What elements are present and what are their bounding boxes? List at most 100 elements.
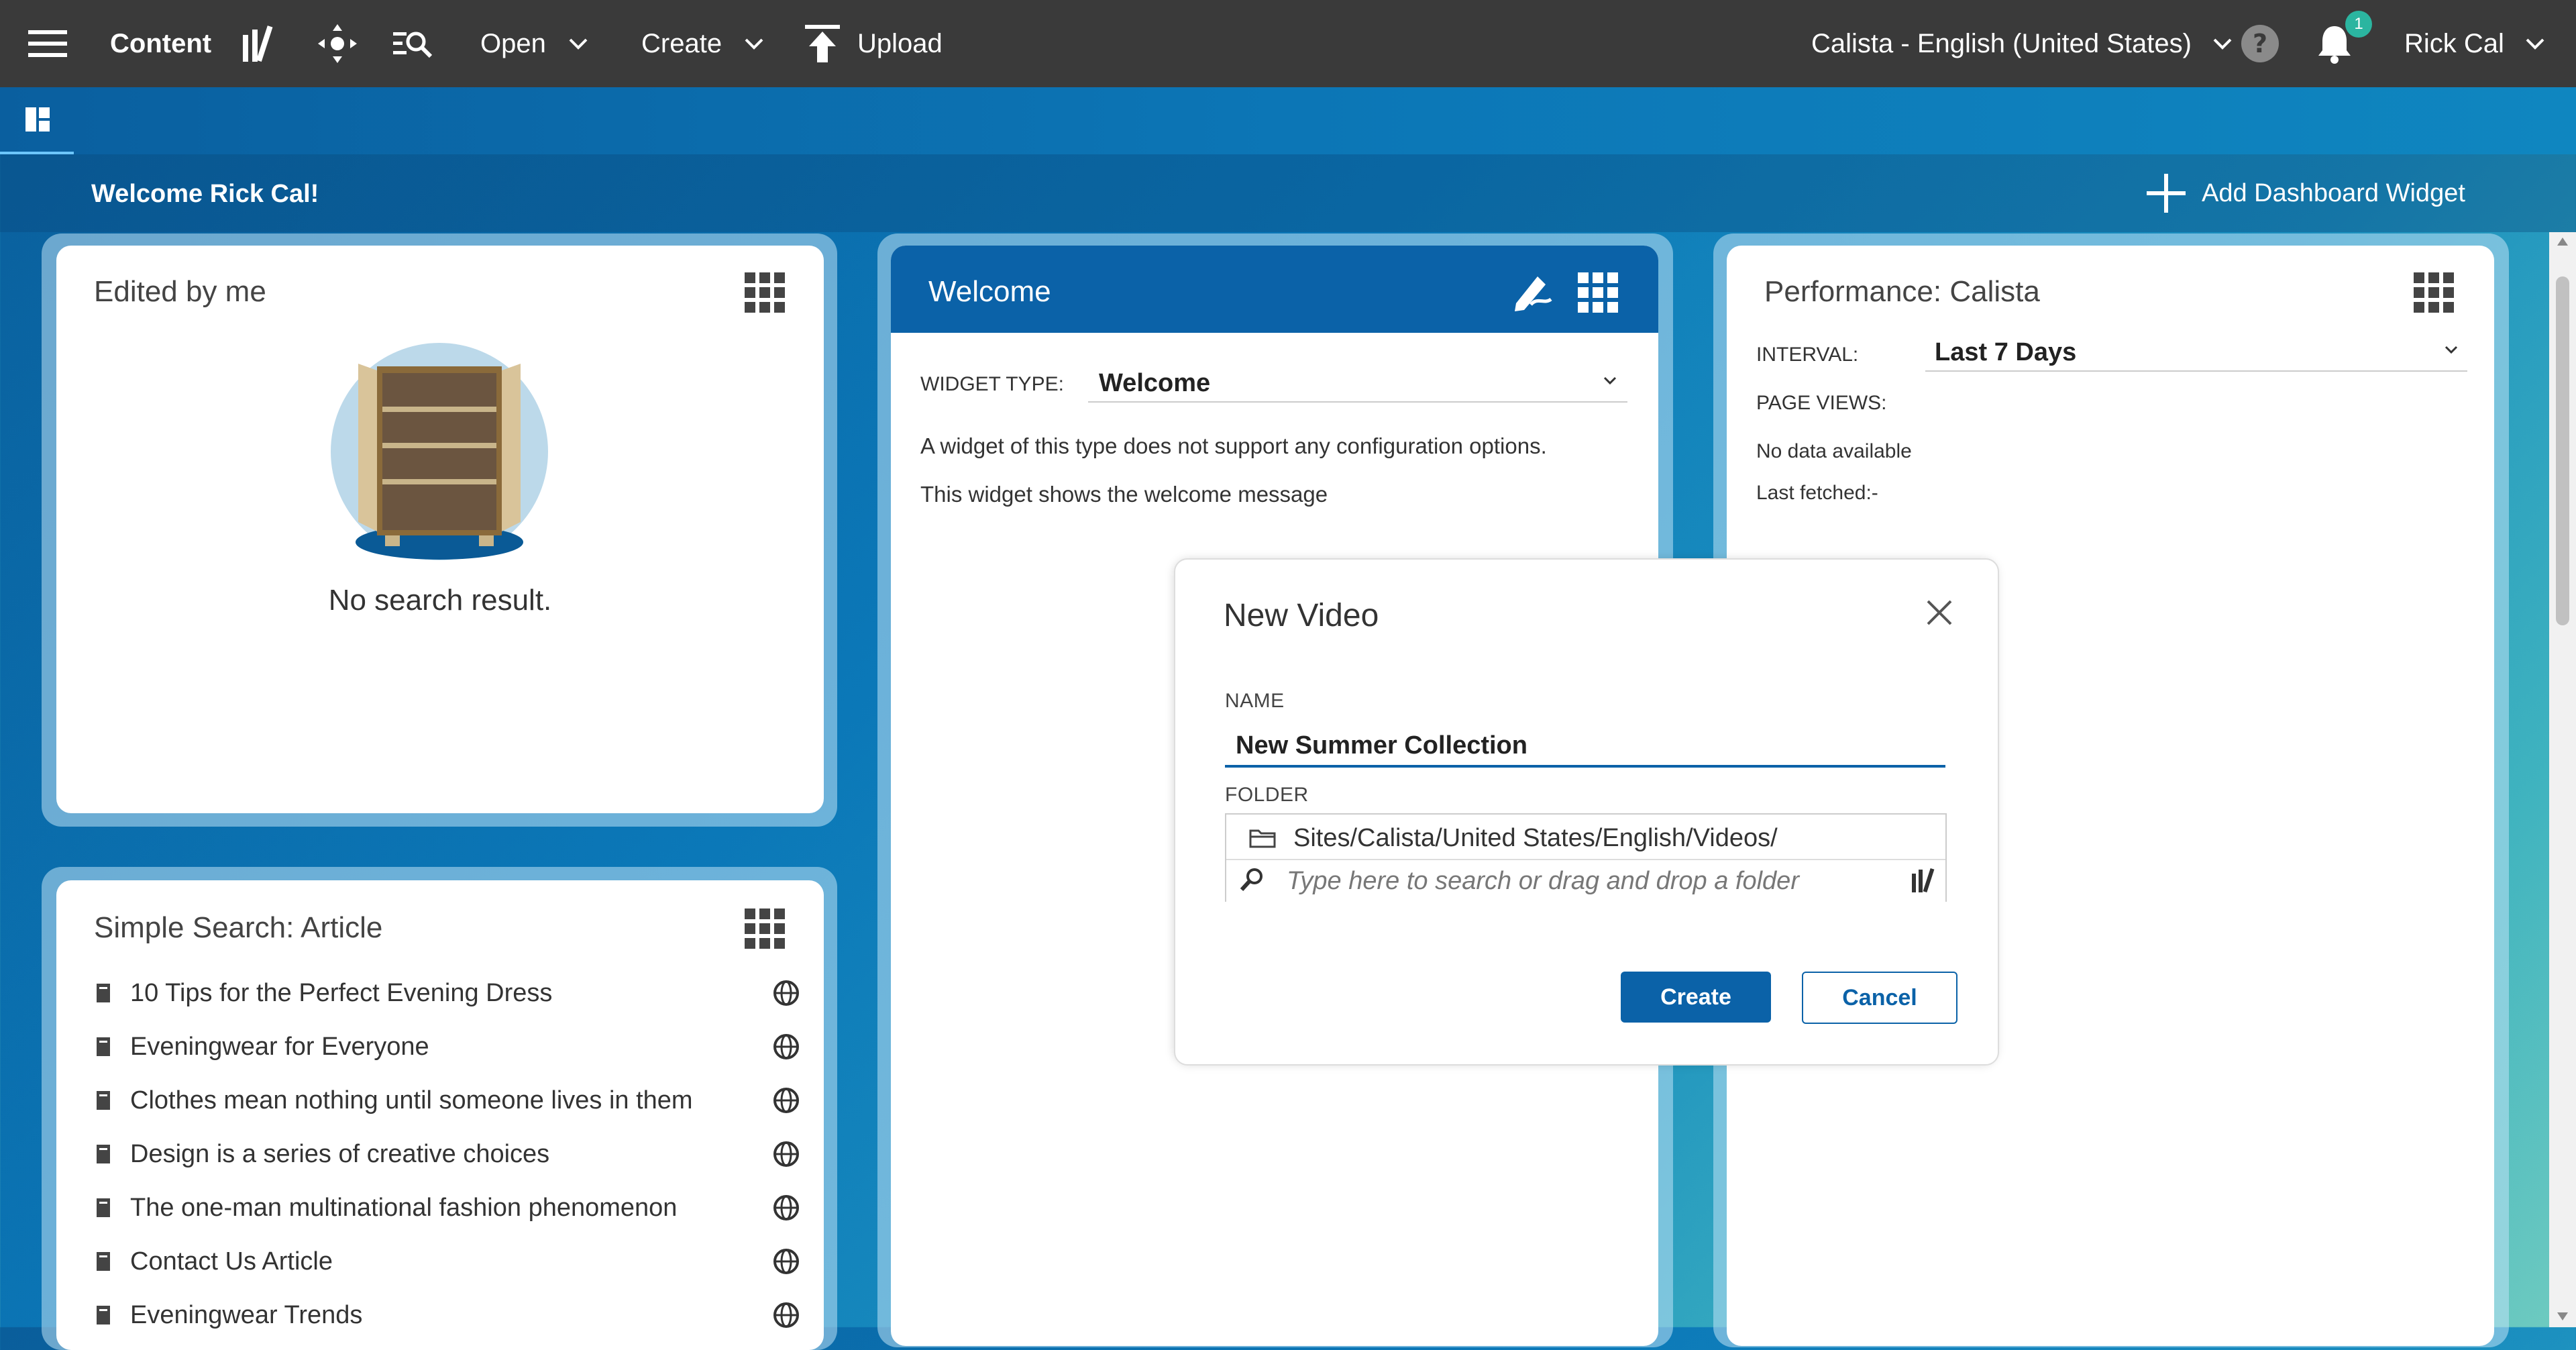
interval-label: INTERVAL: xyxy=(1756,344,1859,366)
cancel-button[interactable]: Cancel xyxy=(1802,972,1957,1024)
create-button[interactable]: Create xyxy=(1621,972,1771,1023)
search-replace-icon[interactable] xyxy=(393,0,433,87)
notification-badge: 1 xyxy=(2345,11,2372,38)
open-menu[interactable]: Open xyxy=(480,0,588,87)
site-locale-label: Calista - English (United States) xyxy=(1811,28,2192,58)
page-views-label: PAGE VIEWS: xyxy=(1756,392,1887,414)
list-item-label: Design is a series of creative choices xyxy=(130,1139,550,1168)
scroll-up-icon[interactable] xyxy=(2556,236,2569,247)
library-icon[interactable] xyxy=(1911,867,1937,894)
list-item[interactable]: Contact Us Article xyxy=(95,1241,800,1282)
folder-icon xyxy=(1249,829,1276,848)
name-label: NAME xyxy=(1225,690,1285,712)
folder-path-row[interactable]: Sites/Calista/United States/English/Vide… xyxy=(1226,815,1945,860)
dialog-title: New Video xyxy=(1224,598,1379,633)
help-icon[interactable]: ? xyxy=(2241,0,2279,87)
article-icon xyxy=(97,1252,110,1271)
svg-text:?: ? xyxy=(2253,29,2267,58)
globe-icon[interactable] xyxy=(773,1033,800,1060)
notifications-icon[interactable] xyxy=(2316,0,2353,87)
widget-info-line1: A widget of this type does not support a… xyxy=(920,433,1547,458)
dashboard-icon[interactable] xyxy=(25,107,50,135)
list-item[interactable]: Eveningwear for Everyone xyxy=(95,1027,800,1067)
add-dashboard-widget-button[interactable]: Add Dashboard Widget xyxy=(2147,172,2465,215)
open-label: Open xyxy=(480,28,546,58)
upload-label: Upload xyxy=(857,28,943,58)
dashboard-tabbar xyxy=(0,87,2576,154)
empty-state-text: No search result. xyxy=(328,584,552,617)
upload-icon xyxy=(805,25,840,62)
close-icon[interactable] xyxy=(1925,599,1953,627)
globe-icon[interactable] xyxy=(773,1194,800,1221)
simple-search-widget: Simple Search: Article 10 Tips for the P… xyxy=(56,880,824,1350)
create-menu[interactable]: Create xyxy=(641,0,763,87)
welcome-message: Welcome Rick Cal! xyxy=(91,180,319,208)
list-item-label: Eveningwear for Everyone xyxy=(130,1032,429,1061)
edit-widget-icon[interactable] xyxy=(1511,270,1555,314)
no-data-text: No data available xyxy=(1756,440,1912,462)
list-item-label: Eveningwear Trends xyxy=(130,1300,363,1329)
search-icon xyxy=(1240,868,1263,892)
chevron-down-icon xyxy=(2445,346,2458,354)
list-item-label: Clothes mean nothing until someone lives… xyxy=(130,1086,693,1114)
widget-info-line2: This widget shows the welcome message xyxy=(920,482,1328,507)
chevron-down-icon xyxy=(2526,38,2544,50)
widget-type-value: Welcome xyxy=(1099,369,1211,397)
globe-icon[interactable] xyxy=(773,980,800,1006)
list-item[interactable]: The one-man multinational fashion phenom… xyxy=(95,1188,800,1228)
upload-button[interactable]: Upload xyxy=(805,0,943,87)
chevron-down-icon xyxy=(745,38,763,50)
article-icon xyxy=(97,984,110,1002)
chevron-down-icon xyxy=(2213,38,2232,50)
widget-menu-icon[interactable] xyxy=(2414,272,2454,313)
move-icon[interactable] xyxy=(318,0,357,87)
folder-chooser: Sites/Calista/United States/English/Vide… xyxy=(1225,813,1947,902)
article-icon xyxy=(97,1037,110,1056)
chevron-down-icon xyxy=(569,38,588,50)
name-field[interactable]: New Summer Collection xyxy=(1225,727,1945,768)
folder-search-row[interactable]: Type here to search or drag and drop a f… xyxy=(1226,859,1945,902)
globe-icon[interactable] xyxy=(773,1141,800,1167)
new-video-dialog: New Video NAME New Summer Collection FOL… xyxy=(1174,558,1999,1066)
folder-label: FOLDER xyxy=(1225,784,1309,806)
list-item[interactable]: Clothes mean nothing until someone lives… xyxy=(95,1080,800,1121)
top-toolbar: Content Open Create Upload Calista - Eng… xyxy=(0,0,2576,87)
edited-by-me-widget: Edited by me No search result. xyxy=(56,246,824,813)
menu-icon[interactable] xyxy=(28,0,67,87)
list-item[interactable]: Design is a series of creative choices xyxy=(95,1134,800,1174)
article-icon xyxy=(97,1198,110,1217)
globe-icon[interactable] xyxy=(773,1248,800,1275)
widget-type-label: WIDGET TYPE: xyxy=(920,373,1064,395)
scrollbar-thumb[interactable] xyxy=(2556,276,2569,625)
user-name: Rick Cal xyxy=(2404,28,2504,58)
globe-icon[interactable] xyxy=(773,1087,800,1114)
list-item[interactable]: Eveningwear Trends xyxy=(95,1295,800,1335)
content-label[interactable]: Content xyxy=(110,0,211,87)
list-item-label: The one-man multinational fashion phenom… xyxy=(130,1193,678,1222)
scroll-down-icon[interactable] xyxy=(2556,1311,2569,1322)
add-widget-label: Add Dashboard Widget xyxy=(2202,178,2465,207)
list-item[interactable]: 10 Tips for the Perfect Evening Dress xyxy=(95,973,800,1013)
globe-icon[interactable] xyxy=(773,1302,800,1329)
article-icon xyxy=(97,1145,110,1163)
interval-value: Last 7 Days xyxy=(1935,338,2077,366)
plus-icon xyxy=(2147,174,2186,213)
name-value: New Summer Collection xyxy=(1236,731,1527,760)
widget-title: Edited by me xyxy=(94,275,266,308)
list-item-label: 10 Tips for the Perfect Evening Dress xyxy=(130,978,553,1007)
user-menu[interactable]: Rick Cal xyxy=(2404,0,2544,87)
widget-menu-icon[interactable] xyxy=(1578,272,1618,313)
create-label: Create xyxy=(641,28,722,58)
widget-menu-icon[interactable] xyxy=(745,272,785,313)
interval-select[interactable]: Last 7 Days xyxy=(1925,333,2467,372)
widget-title: Performance: Calista xyxy=(1764,275,2040,308)
site-locale-selector[interactable]: Calista - English (United States) xyxy=(1811,0,2232,87)
list-item-label: Contact Us Article xyxy=(130,1247,333,1276)
library-icon[interactable] xyxy=(241,0,282,87)
chevron-down-icon xyxy=(1603,376,1617,385)
folder-search-placeholder: Type here to search or drag and drop a f… xyxy=(1287,867,1799,895)
last-fetched-text: Last fetched:- xyxy=(1756,482,1878,504)
widget-type-select[interactable]: Welcome xyxy=(1088,364,1627,403)
widget-title: Welcome xyxy=(928,275,1051,308)
widget-menu-icon[interactable] xyxy=(745,908,785,949)
